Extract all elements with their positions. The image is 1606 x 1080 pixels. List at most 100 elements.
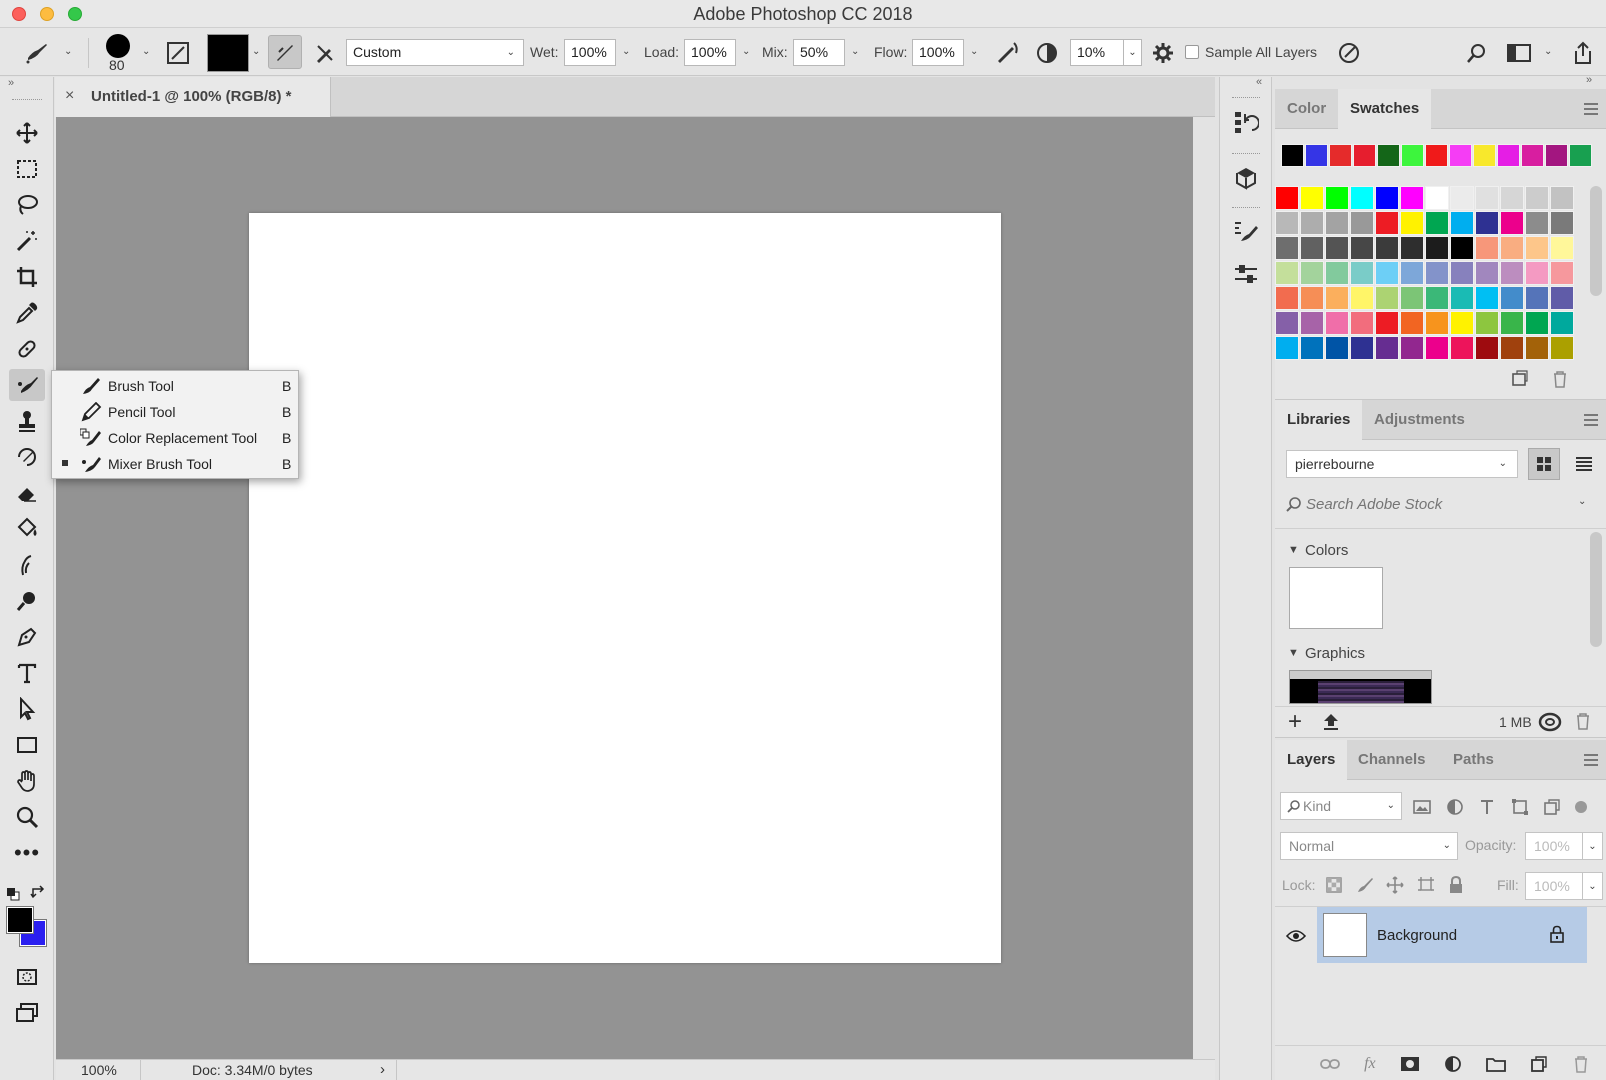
color-swatch[interactable] xyxy=(1425,211,1449,235)
type-tool[interactable] xyxy=(9,657,45,689)
search-button[interactable] xyxy=(1464,40,1490,66)
layer-name[interactable]: Background xyxy=(1377,927,1457,944)
paint-bucket-tool[interactable] xyxy=(9,513,45,545)
color-swatch[interactable] xyxy=(1325,336,1349,360)
panel-grip[interactable] xyxy=(1232,207,1260,208)
color-swatch[interactable] xyxy=(1375,336,1399,360)
color-swatch[interactable] xyxy=(1450,186,1474,210)
color-swatch[interactable] xyxy=(1525,186,1549,210)
color-swatch[interactable] xyxy=(1375,311,1399,335)
panel-grip[interactable] xyxy=(12,99,42,100)
tab-adjustments[interactable]: Adjustments xyxy=(1362,400,1477,440)
smoothing-options-button[interactable] xyxy=(1150,40,1176,66)
color-swatch[interactable] xyxy=(1275,336,1299,360)
lock-artboard-icon[interactable] xyxy=(1417,876,1435,894)
library-select[interactable]: pierrebourne ⌄ xyxy=(1286,450,1518,478)
library-graphic-thumbnail[interactable] xyxy=(1289,670,1432,704)
color-swatch[interactable] xyxy=(1350,186,1374,210)
recent-swatch[interactable] xyxy=(1329,144,1352,167)
shape-layer-filter-icon[interactable] xyxy=(1511,798,1529,816)
zoom-level[interactable]: 100% xyxy=(81,1062,117,1078)
mixer-mode-select[interactable]: Custom ⌄ xyxy=(346,39,524,66)
brush-settings-icon[interactable] xyxy=(165,40,191,66)
chevron-down-icon[interactable]: ⌄ xyxy=(64,46,72,57)
3d-panel-button[interactable] xyxy=(1233,165,1259,191)
delete-swatch-button[interactable] xyxy=(1551,370,1569,388)
color-swatch[interactable] xyxy=(1500,311,1524,335)
color-swatch[interactable] xyxy=(1300,286,1324,310)
vertical-scrollbar[interactable] xyxy=(1193,117,1215,1059)
color-swatch[interactable] xyxy=(1275,311,1299,335)
magic-wand-tool[interactable] xyxy=(9,225,45,257)
swap-colors-button[interactable] xyxy=(30,885,46,901)
recent-swatch[interactable] xyxy=(1545,144,1568,167)
recent-swatch[interactable] xyxy=(1425,144,1448,167)
color-swatch[interactable] xyxy=(1500,186,1524,210)
recent-swatch[interactable] xyxy=(1569,144,1592,167)
color-swatch[interactable] xyxy=(1350,311,1374,335)
dodge-tool[interactable] xyxy=(9,585,45,617)
color-swatch[interactable] xyxy=(1475,286,1499,310)
color-swatch[interactable] xyxy=(1300,336,1324,360)
move-tool[interactable] xyxy=(9,117,45,149)
link-layers-icon[interactable] xyxy=(1320,1057,1340,1071)
lock-all-icon[interactable] xyxy=(1447,876,1465,894)
creative-cloud-sync-button[interactable] xyxy=(1538,712,1562,732)
disclosure-triangle-icon[interactable]: ▼ xyxy=(1288,544,1299,556)
quick-mask-button[interactable] xyxy=(9,961,45,993)
color-swatch[interactable] xyxy=(1475,211,1499,235)
color-swatch[interactable] xyxy=(1400,286,1424,310)
clean-brush-button[interactable] xyxy=(312,40,338,66)
pen-tool[interactable] xyxy=(9,621,45,653)
recent-swatch[interactable] xyxy=(1281,144,1304,167)
color-swatch[interactable] xyxy=(1350,236,1374,260)
library-color-swatch[interactable] xyxy=(1289,567,1383,629)
chevron-down-icon[interactable]: ⌄ xyxy=(252,46,260,57)
tab-swatches[interactable]: Swatches xyxy=(1338,89,1432,129)
adjustment-layer-filter-icon[interactable] xyxy=(1446,798,1464,816)
marquee-tool[interactable] xyxy=(9,153,45,185)
color-swatch[interactable] xyxy=(1550,286,1574,310)
color-swatch[interactable] xyxy=(1375,236,1399,260)
color-swatch[interactable] xyxy=(1425,336,1449,360)
color-swatch[interactable] xyxy=(1550,236,1574,260)
eraser-tool[interactable] xyxy=(9,477,45,509)
color-swatch[interactable] xyxy=(1275,261,1299,285)
color-swatch[interactable] xyxy=(1450,286,1474,310)
panel-menu-icon[interactable] xyxy=(1584,754,1598,766)
color-swatch[interactable] xyxy=(1425,311,1449,335)
panel-menu-icon[interactable] xyxy=(1584,103,1598,115)
close-tab-icon[interactable]: × xyxy=(65,87,74,105)
smart-object-filter-icon[interactable] xyxy=(1543,798,1561,816)
color-swatch[interactable] xyxy=(1400,211,1424,235)
smoothing-dropdown[interactable]: ⌄ xyxy=(1124,39,1142,66)
color-swatch[interactable] xyxy=(1325,286,1349,310)
color-swatch[interactable] xyxy=(1500,336,1524,360)
color-swatch[interactable] xyxy=(1425,236,1449,260)
chevron-down-icon[interactable]: ⌄ xyxy=(851,46,859,57)
panel-menu-icon[interactable] xyxy=(1584,414,1598,426)
stock-search[interactable]: ⌄ xyxy=(1284,494,1594,514)
lasso-tool[interactable] xyxy=(9,189,45,221)
document-canvas[interactable] xyxy=(249,213,1001,963)
expand-panel-icon[interactable]: » xyxy=(8,77,14,89)
color-swatch[interactable] xyxy=(1525,286,1549,310)
trash-icon[interactable] xyxy=(1572,1055,1590,1073)
new-swatch-button[interactable] xyxy=(1510,370,1528,388)
foreground-color-swatch[interactable] xyxy=(6,906,34,934)
color-swatch[interactable] xyxy=(1400,311,1424,335)
flow-field[interactable]: 100% xyxy=(912,39,964,66)
path-selection-tool[interactable] xyxy=(9,693,45,725)
screen-mode-button[interactable] xyxy=(9,997,45,1029)
color-swatch[interactable] xyxy=(1550,336,1574,360)
pressure-toggle[interactable] xyxy=(1336,40,1362,66)
panel-grip[interactable] xyxy=(1232,153,1260,154)
grid-view-button[interactable] xyxy=(1528,448,1560,480)
workspace-button[interactable] xyxy=(1506,40,1532,66)
color-swatch[interactable] xyxy=(1500,261,1524,285)
recent-swatch[interactable] xyxy=(1305,144,1328,167)
history-brush-tool[interactable] xyxy=(9,441,45,473)
layer-style-icon[interactable]: fx xyxy=(1364,1055,1376,1073)
wet-field[interactable]: 100% xyxy=(564,39,616,66)
color-swatch[interactable] xyxy=(1450,261,1474,285)
